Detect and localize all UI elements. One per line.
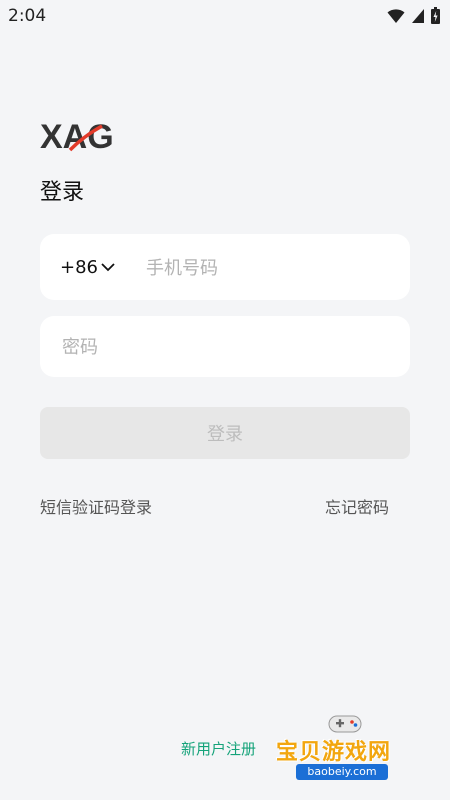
watermark-name: 宝贝游戏网: [276, 740, 392, 765]
watermark: 宝贝游戏网 baobeiy.com: [270, 712, 420, 792]
svg-text:XAG: XAG: [40, 118, 114, 152]
signal-icon: [412, 8, 424, 23]
password-field: [40, 316, 410, 379]
chevron-down-icon: [101, 263, 115, 272]
phone-field: +86: [40, 234, 410, 302]
login-button[interactable]: 登录: [40, 407, 410, 459]
status-bar: 2:04: [0, 0, 450, 32]
country-code-select[interactable]: +86: [60, 234, 116, 300]
register-link[interactable]: 新用户注册: [181, 738, 256, 759]
brand-logo: XAG: [40, 118, 130, 156]
password-input[interactable]: [60, 316, 394, 379]
gamepad-icon: [328, 715, 362, 733]
country-code-value: +86: [60, 256, 98, 278]
wifi-icon: [387, 8, 405, 23]
status-time: 2:04: [8, 6, 47, 26]
phone-number-input[interactable]: [144, 234, 398, 302]
xag-logo-icon: XAG: [40, 118, 114, 156]
watermark-url: baobeiy.com: [296, 764, 388, 780]
battery-icon: [431, 7, 440, 24]
page-title: 登录: [40, 180, 85, 205]
forgot-password-link[interactable]: 忘记密码: [325, 494, 389, 518]
status-icons: [387, 7, 440, 24]
sms-login-link[interactable]: 短信验证码登录: [40, 494, 152, 518]
